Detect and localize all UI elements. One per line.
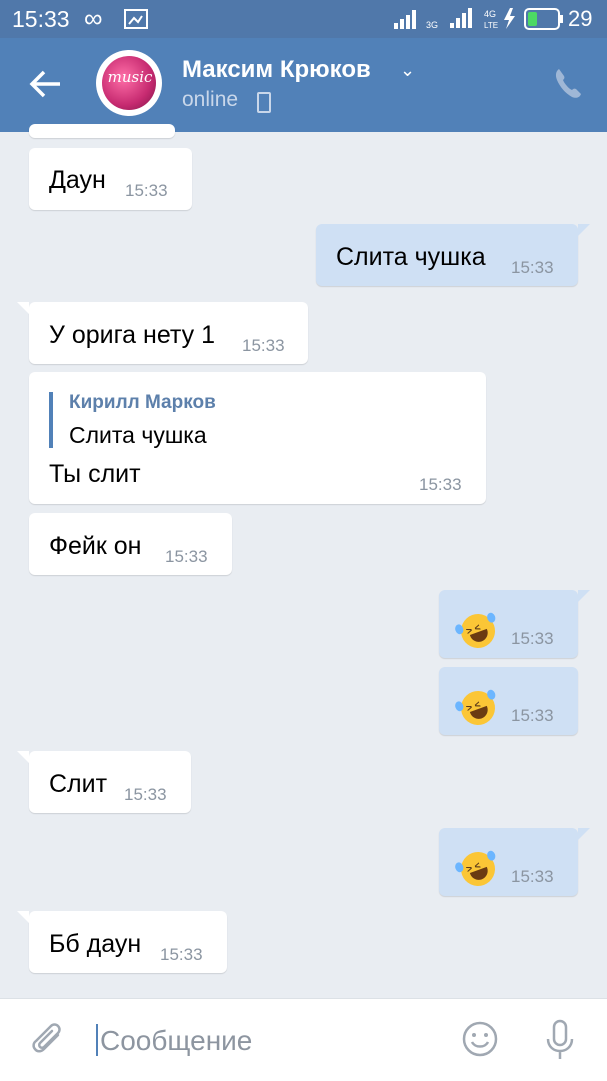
presence-status: online: [182, 88, 239, 111]
svg-text:3G: 3G: [426, 20, 438, 30]
message-text: Даун: [49, 166, 106, 194]
quote-bar: [49, 392, 53, 448]
bubble-tail: [17, 751, 29, 763]
message-incoming[interactable]: Слит 15:33: [17, 751, 191, 813]
message-outgoing[interactable]: Слита чушка 15:33: [316, 224, 590, 286]
bubble-tail: [17, 911, 29, 923]
chat-header: music Максим Крюков ⌄ online: [0, 38, 607, 132]
message-time: 15:33: [511, 706, 554, 725]
message-time: 15:33: [511, 629, 554, 648]
message-reply[interactable]: Кирилл Марков Слита чушка Ты слит 15:33: [29, 372, 486, 504]
rofl-emoji-icon: > <: [453, 609, 500, 653]
mobile-icon: [257, 92, 271, 113]
avatar[interactable]: music: [96, 50, 162, 116]
message-incoming[interactable]: Бб даун 15:33: [17, 911, 227, 973]
bubble-tail: [578, 224, 590, 236]
rofl-emoji-icon: > <: [453, 847, 500, 891]
message-outgoing[interactable]: > < 15:33: [439, 590, 590, 658]
message-composer: Сообщение: [0, 998, 607, 1081]
back-arrow-icon: [29, 70, 60, 98]
text-caret: [96, 1024, 98, 1056]
message-outgoing[interactable]: > < 15:33: [439, 667, 578, 735]
message-text: Слита чушка: [336, 243, 486, 271]
message-time: 15:33: [125, 181, 168, 200]
image-notification-icon: [124, 9, 148, 29]
message-outgoing[interactable]: > < 15:33: [439, 828, 590, 896]
message-time: 15:33: [160, 945, 203, 964]
bubble-tail: [578, 590, 590, 602]
message-list[interactable]: Даун 15:33 Слита чушка 15:33 У орига нет…: [0, 124, 607, 998]
message-input[interactable]: Сообщение: [100, 1025, 252, 1057]
chevron-down-icon[interactable]: ⌄: [400, 60, 415, 81]
message-incoming[interactable]: Даун 15:33: [29, 148, 192, 210]
message-text: Фейк он: [49, 532, 142, 560]
attach-icon[interactable]: [30, 1021, 66, 1061]
message-time: 15:33: [419, 475, 462, 494]
message-time: 15:33: [124, 785, 167, 804]
message-incoming[interactable]: Фейк он 15:33: [29, 513, 232, 575]
bubble-tail: [17, 302, 29, 314]
svg-text:4G: 4G: [484, 9, 496, 19]
avatar-logo: music: [107, 68, 153, 86]
message-time: 15:33: [511, 258, 554, 277]
quote-author[interactable]: Кирилл Марков: [69, 392, 216, 414]
battery-level: 29: [568, 6, 593, 31]
signal-icon: [394, 10, 416, 29]
microphone-icon[interactable]: [542, 1019, 578, 1061]
message-time: 15:33: [511, 867, 554, 886]
message-time: 15:33: [165, 547, 208, 566]
message-time: 15:33: [242, 336, 285, 355]
message-text: Бб даун: [49, 930, 142, 958]
svg-text:LTE: LTE: [484, 21, 498, 30]
contact-name[interactable]: Максим Крюков: [182, 56, 371, 84]
bubble-tail: [578, 828, 590, 840]
emoji-icon[interactable]: [462, 1021, 498, 1057]
message-incoming[interactable]: У орига нету 1 15:33: [17, 302, 308, 364]
phone-icon[interactable]: [553, 66, 583, 100]
signal-3g-icon: 3G: [426, 8, 472, 30]
status-time: 15:33: [12, 6, 70, 32]
loop-icon: ∞: [84, 3, 103, 33]
message-text: Ты слит: [49, 460, 141, 488]
message-text: Слит: [49, 770, 108, 798]
back-button[interactable]: [26, 60, 66, 108]
message-text: У орига нету 1: [49, 321, 215, 349]
rofl-emoji-icon: > <: [453, 686, 500, 730]
status-bar: 15:33 ∞ 3G 4G LTE 29: [0, 0, 607, 38]
battery-icon: [524, 8, 563, 30]
signal-4g-icon: 4G LTE: [484, 8, 515, 30]
message-partial: [29, 124, 175, 138]
quote-text: Слита чушка: [69, 422, 207, 448]
